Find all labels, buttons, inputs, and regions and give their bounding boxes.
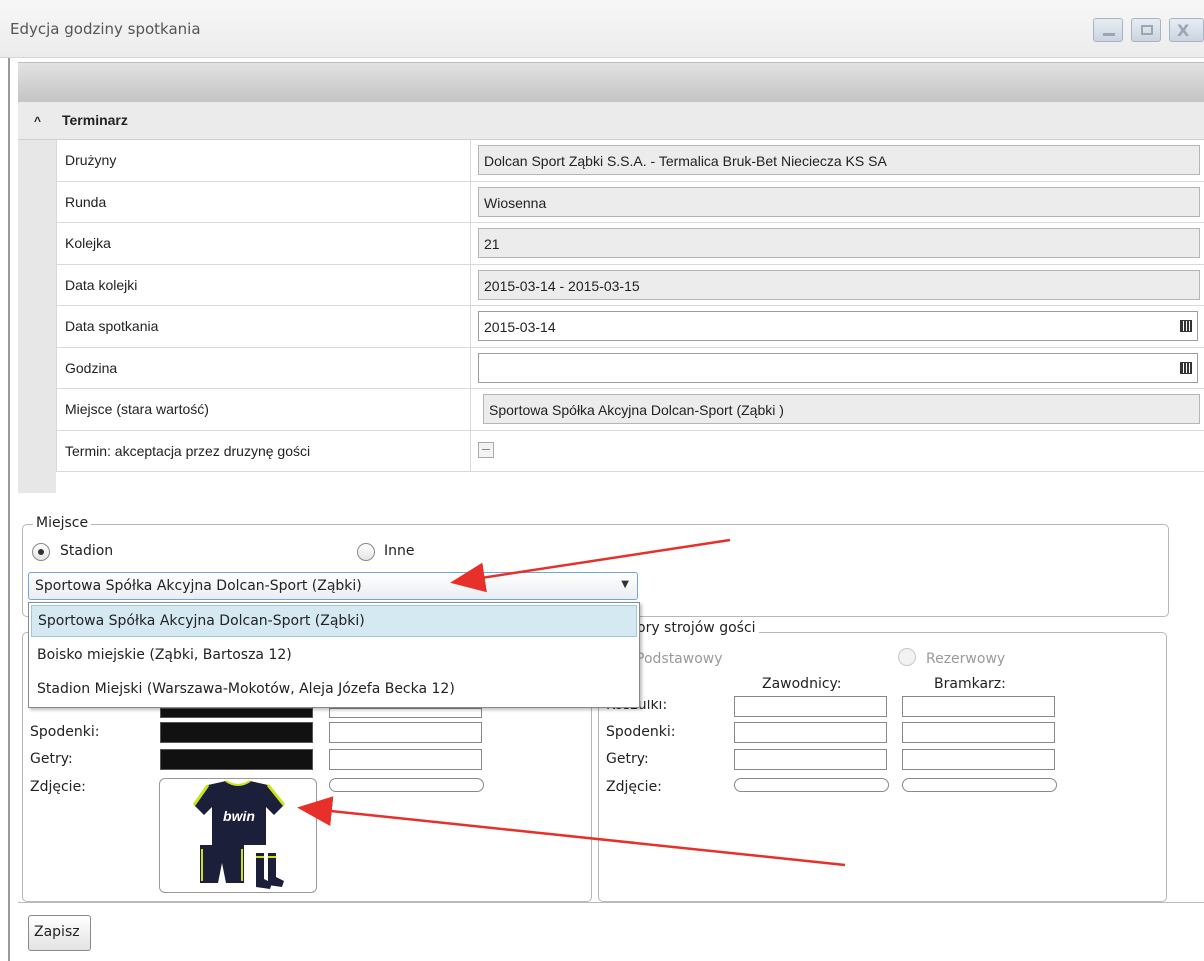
away-photo-label: Zdjęcie: <box>606 779 662 795</box>
column-divider <box>470 306 471 347</box>
form-row-round: Runda Wiosenna <box>56 181 1204 223</box>
home-gk-shorts-field[interactable] <box>329 722 482 743</box>
stadium-radio-label[interactable]: Stadion <box>60 543 113 559</box>
home-gk-shirt-field[interactable] <box>329 708 482 718</box>
form-row-acceptance: Termin: akceptacja przez druzynę gości <box>56 430 1204 472</box>
column-divider <box>470 347 471 388</box>
stadium-select[interactable]: Sportowa Spółka Akcyjna Dolcan-Sport (Zą… <box>28 572 638 600</box>
round-field: Wiosenna <box>478 186 1200 217</box>
save-button[interactable]: Zapisz <box>28 915 91 951</box>
column-divider <box>470 140 471 181</box>
minimize-button[interactable] <box>1093 18 1123 42</box>
window-title: Edycja godziny spotkania <box>10 20 201 38</box>
section-gutter <box>18 140 56 493</box>
away-socks-label: Getry: <box>606 751 649 767</box>
football-kit-icon: bwin <box>192 780 286 889</box>
close-icon: X <box>1177 21 1190 40</box>
form-row-teams: Drużyny Dolcan Sport Ząbki S.S.A. - Term… <box>56 140 1204 182</box>
away-reserve-radio-label[interactable]: Rezerwowy <box>926 651 1005 667</box>
toolbar-strip <box>18 62 1204 102</box>
queue-label: Kolejka <box>65 235 111 251</box>
footer-divider <box>18 902 1204 903</box>
acceptance-checkbox[interactable] <box>478 441 494 458</box>
home-photo-label: Zdjęcie: <box>30 779 86 795</box>
away-players-column-header: Zawodnicy: <box>762 676 842 692</box>
away-reserve-radio[interactable] <box>898 648 916 666</box>
queue-date-field: 2015-03-14 - 2015-03-15 <box>478 269 1200 300</box>
away-shorts-label: Spodenki: <box>606 724 676 740</box>
stadium-select-value: Sportowa Spółka Akcyjna Dolcan-Sport (Zą… <box>35 578 362 594</box>
home-shorts-color-swatch[interactable] <box>160 722 313 743</box>
teams-field: Dolcan Sport Ząbki S.S.A. - Termalica Br… <box>478 145 1200 175</box>
section-title: Terminarz <box>62 112 128 128</box>
home-socks-label: Getry: <box>30 751 73 767</box>
hour-input[interactable] <box>478 352 1198 383</box>
form-row-queue-date: Data kolejki 2015-03-14 - 2015-03-15 <box>56 264 1204 306</box>
close-button[interactable]: X <box>1169 18 1204 42</box>
home-shorts-label: Spodenki: <box>30 724 100 740</box>
home-shirt-color-swatch[interactable] <box>160 708 313 718</box>
away-gk-shirt-field[interactable] <box>902 696 1055 717</box>
column-divider <box>470 181 471 222</box>
maximize-button[interactable] <box>1131 18 1161 42</box>
away-gk-shorts-field[interactable] <box>902 722 1055 743</box>
match-date-input[interactable]: 2015-03-14 <box>478 311 1198 341</box>
dropdown-option[interactable]: Sportowa Spółka Akcyjna Dolcan-Sport (Zą… <box>31 605 637 637</box>
time-picker-icon[interactable] <box>1180 361 1192 374</box>
dropdown-option[interactable]: Stadion Miejski (Warszawa-Mokotów, Aleja… <box>31 674 637 706</box>
form-row-queue: Kolejka 21 <box>56 223 1204 265</box>
round-label: Runda <box>65 193 107 210</box>
home-gk-socks-field[interactable] <box>329 749 482 770</box>
window-title-bar: Edycja godziny spotkania X <box>0 0 1204 58</box>
away-gk-socks-field[interactable] <box>902 749 1055 770</box>
away-player-shirt-field[interactable] <box>734 696 887 717</box>
queue-field: 21 <box>478 228 1200 258</box>
form-row-old-place: Miejsce (stara wartość) Sportowa Spółka … <box>56 389 1204 431</box>
away-kit-legend: ory strojów gości <box>634 620 759 636</box>
old-place-field: Sportowa Spółka Akcyjna Dolcan-Sport (Zą… <box>483 394 1200 424</box>
form-row-match-date: Data spotkania 2015-03-14 <box>56 306 1204 348</box>
home-kit-photo[interactable]: bwin <box>159 778 317 893</box>
away-basic-radio-label[interactable]: Podstawowy <box>636 651 723 667</box>
home-gk-photo-upload[interactable] <box>329 778 484 792</box>
away-player-socks-field[interactable] <box>734 749 887 770</box>
match-date-value: 2015-03-14 <box>484 319 556 335</box>
away-gk-photo-upload[interactable] <box>902 778 1057 792</box>
column-divider <box>470 223 471 264</box>
sponsor-text: bwin <box>223 808 255 824</box>
dropdown-option[interactable]: Boisko miejskie (Ząbki, Bartosza 12) <box>31 640 637 672</box>
schedule-form: Drużyny Dolcan Sport Ząbki S.S.A. - Term… <box>56 140 1204 472</box>
form-row-hour: Godzina <box>56 347 1204 389</box>
away-player-photo-upload[interactable] <box>734 778 889 792</box>
section-header-terminarz[interactable]: ^ Terminarz <box>18 102 1204 140</box>
minimize-icon <box>1103 33 1115 36</box>
away-goalkeeper-column-header: Bramkarz: <box>934 676 1006 692</box>
hour-label: Godzina <box>65 359 118 376</box>
other-radio-label[interactable]: Inne <box>384 543 415 559</box>
place-legend: Miejsce <box>33 515 92 531</box>
old-place-label: Miejsce (stara wartość) <box>65 401 209 417</box>
chevron-down-icon[interactable]: ▼ <box>621 579 629 590</box>
stadium-dropdown-list: Sportowa Spółka Akcyjna Dolcan-Sport (Zą… <box>28 602 640 708</box>
teams-label: Drużyny <box>65 152 117 168</box>
stadium-radio[interactable] <box>32 543 50 561</box>
calendar-icon[interactable] <box>1180 320 1192 332</box>
away-player-shorts-field[interactable] <box>734 722 887 743</box>
acceptance-label: Termin: akceptacja przez druzynę gości <box>65 442 311 459</box>
match-date-label: Data spotkania <box>65 318 159 334</box>
column-divider <box>470 389 471 430</box>
home-socks-color-swatch[interactable] <box>160 749 313 770</box>
maximize-icon <box>1141 25 1153 35</box>
column-divider <box>470 264 471 305</box>
other-radio[interactable] <box>357 543 375 561</box>
column-divider <box>470 430 471 471</box>
queue-date-label: Data kolejki <box>65 276 138 293</box>
collapse-chevron-icon[interactable]: ^ <box>34 114 41 128</box>
